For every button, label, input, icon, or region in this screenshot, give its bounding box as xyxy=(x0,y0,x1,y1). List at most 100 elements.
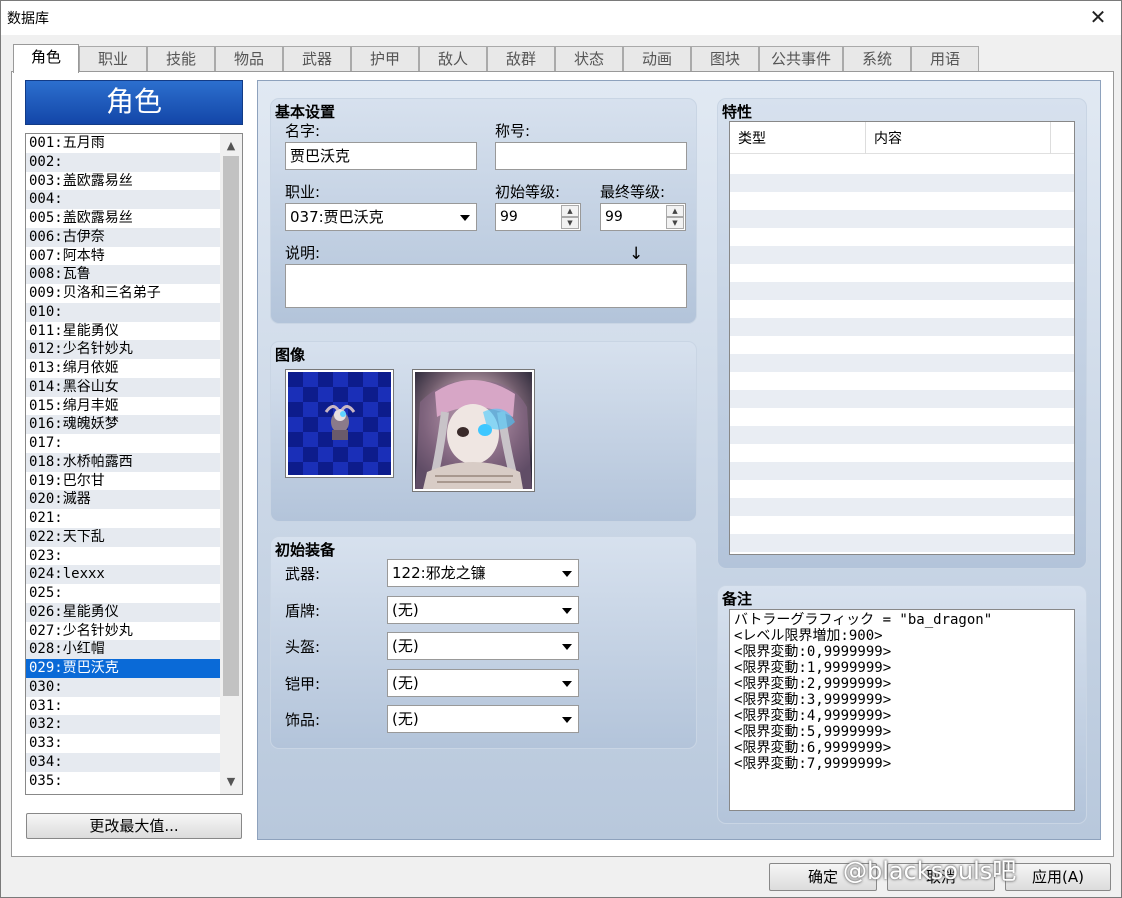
tab-6[interactable]: 敌人 xyxy=(419,46,487,71)
actor-list-item[interactable]: 015:绵月丰姬 xyxy=(26,397,220,416)
actor-list-item[interactable]: 027:少名针妙丸 xyxy=(26,622,220,641)
tab-7[interactable]: 敌群 xyxy=(487,46,555,71)
actor-list-item[interactable]: 024:lexxx xyxy=(26,565,220,584)
traits-row[interactable] xyxy=(730,300,1074,318)
actor-list-item[interactable]: 029:贾巴沃克 xyxy=(26,659,220,678)
actor-list-item[interactable]: 018:水桥帕露西 xyxy=(26,452,220,472)
actor-list-item[interactable]: 014:黑谷山女 xyxy=(26,377,220,397)
actor-list-item[interactable]: 011:星能勇仪 xyxy=(26,322,220,341)
traits-row[interactable] xyxy=(730,444,1074,462)
tab-3[interactable]: 物品 xyxy=(215,46,283,71)
traits-row[interactable] xyxy=(730,408,1074,426)
actor-list-item[interactable]: 032: xyxy=(26,715,220,734)
traits-row[interactable] xyxy=(730,534,1074,552)
tab-9[interactable]: 动画 xyxy=(623,46,691,71)
traits-column-content[interactable]: 内容 xyxy=(874,128,902,148)
scroll-up-icon[interactable]: ▲ xyxy=(220,136,242,156)
traits-row[interactable] xyxy=(730,192,1074,210)
actor-list-item[interactable]: 006:古伊奈 xyxy=(26,227,220,247)
traits-row[interactable] xyxy=(730,282,1074,300)
description-field[interactable] xyxy=(285,264,687,308)
scroll-down-icon[interactable]: ▼ xyxy=(220,772,242,792)
actor-list-item[interactable]: 020:滅器 xyxy=(26,490,220,509)
actor-list-item[interactable]: 001:五月雨 xyxy=(26,134,220,153)
actor-list-item[interactable]: 031: xyxy=(26,697,220,716)
actor-list-item[interactable]: 034: xyxy=(26,752,220,772)
actor-list-item[interactable]: 004: xyxy=(26,190,220,209)
close-icon[interactable]: ✕ xyxy=(1075,1,1121,35)
traits-row[interactable] xyxy=(730,318,1074,336)
traits-row[interactable] xyxy=(730,210,1074,228)
nickname-field[interactable] xyxy=(495,142,687,170)
tab-12[interactable]: 系统 xyxy=(843,46,911,71)
increment-icon[interactable]: ▲ xyxy=(666,205,684,217)
actor-list-item[interactable]: 017: xyxy=(26,434,220,453)
tab-13[interactable]: 用语 xyxy=(911,46,979,71)
class-select[interactable]: 037:贾巴沃克 xyxy=(285,203,477,231)
actor-list-item[interactable]: 030: xyxy=(26,677,220,697)
actor-list-item[interactable]: 005:盖欧露易丝 xyxy=(26,209,220,228)
actor-list-scrollbar[interactable]: ▲ ▼ xyxy=(220,134,242,794)
decrement-icon[interactable]: ▼ xyxy=(666,217,684,229)
tab-10[interactable]: 图块 xyxy=(691,46,759,71)
actor-list-item[interactable]: 021: xyxy=(26,509,220,528)
traits-row[interactable] xyxy=(730,498,1074,516)
equipment-slot-select[interactable]: (无) xyxy=(387,595,579,624)
actor-list-item[interactable]: 002: xyxy=(26,152,220,172)
traits-row[interactable] xyxy=(730,228,1074,246)
name-field[interactable]: 贾巴沃克 xyxy=(285,142,477,170)
equipment-slot-select[interactable]: 122:邪龙之镰 xyxy=(387,559,579,587)
traits-row[interactable] xyxy=(730,426,1074,444)
actor-list-item[interactable]: 010: xyxy=(26,302,220,322)
initial-level-stepper[interactable]: 99 ▲ ▼ xyxy=(495,203,581,231)
traits-row[interactable] xyxy=(730,354,1074,372)
tab-1[interactable]: 职业 xyxy=(79,46,147,71)
note-field[interactable]: バトラーグラフィック = "ba_dragon" <レベル限界増加:900> <… xyxy=(729,609,1075,811)
actor-list-item[interactable]: 025: xyxy=(26,584,220,603)
traits-row[interactable] xyxy=(730,516,1074,534)
traits-row[interactable] xyxy=(730,390,1074,408)
actor-list-item[interactable]: 019:巴尔甘 xyxy=(26,472,220,491)
traits-row[interactable] xyxy=(730,174,1074,192)
actor-list-item[interactable]: 007:阿本特 xyxy=(26,247,220,266)
actor-list-item[interactable]: 016:魂魄妖梦 xyxy=(26,415,220,434)
apply-button[interactable]: 应用(A) xyxy=(1005,863,1111,891)
scroll-thumb[interactable] xyxy=(223,156,239,696)
tab-4[interactable]: 武器 xyxy=(283,46,351,71)
traits-row[interactable] xyxy=(730,480,1074,498)
actor-list-item[interactable]: 033: xyxy=(26,734,220,753)
face-portrait-image[interactable] xyxy=(412,369,535,492)
equipment-slot-select[interactable]: (无) xyxy=(387,668,579,697)
change-max-button[interactable]: 更改最大值... xyxy=(26,813,242,839)
character-sprite-image[interactable] xyxy=(285,369,394,478)
actor-list-item[interactable]: 026:星能勇仪 xyxy=(26,602,220,622)
actor-list-item[interactable]: 028:小红帽 xyxy=(26,640,220,659)
traits-row[interactable] xyxy=(730,246,1074,264)
traits-row[interactable] xyxy=(730,372,1074,390)
traits-row[interactable] xyxy=(730,336,1074,354)
actor-list-item[interactable]: 023: xyxy=(26,547,220,566)
actor-list-item[interactable]: 013:绵月依姬 xyxy=(26,359,220,378)
tab-11[interactable]: 公共事件 xyxy=(759,46,843,71)
actor-list-item[interactable]: 012:少名针妙丸 xyxy=(26,340,220,359)
actor-list[interactable]: 001:五月雨 002: 003:盖欧露易丝 004: 005:盖欧露易丝 006:古伊奈… xyxy=(25,133,243,795)
tab-5[interactable]: 护甲 xyxy=(351,46,419,71)
traits-table[interactable]: 类型 内容 xyxy=(729,121,1075,555)
equipment-slot-select[interactable]: (无) xyxy=(387,632,579,660)
actor-list-item[interactable]: 009:贝洛和三名弟子 xyxy=(26,284,220,303)
watermark-text: @blacksouls吧 xyxy=(843,857,1017,885)
actor-list-item[interactable]: 008:瓦鲁 xyxy=(26,265,220,284)
actor-list-item[interactable]: 022:天下乱 xyxy=(26,527,220,547)
traits-row[interactable] xyxy=(730,264,1074,282)
actor-list-item[interactable]: 035: xyxy=(26,772,220,791)
decrement-icon[interactable]: ▼ xyxy=(561,217,579,229)
equipment-slot-select[interactable]: (无) xyxy=(387,705,579,733)
traits-row[interactable] xyxy=(730,462,1074,480)
tab-8[interactable]: 状态 xyxy=(555,46,623,71)
tab-2[interactable]: 技能 xyxy=(147,46,215,71)
actor-list-item[interactable]: 003:盖欧露易丝 xyxy=(26,172,220,191)
traits-column-type[interactable]: 类型 xyxy=(738,128,766,148)
tab-0[interactable]: 角色 xyxy=(13,44,79,73)
increment-icon[interactable]: ▲ xyxy=(561,205,579,217)
max-level-stepper[interactable]: 99 ▲ ▼ xyxy=(600,203,686,231)
